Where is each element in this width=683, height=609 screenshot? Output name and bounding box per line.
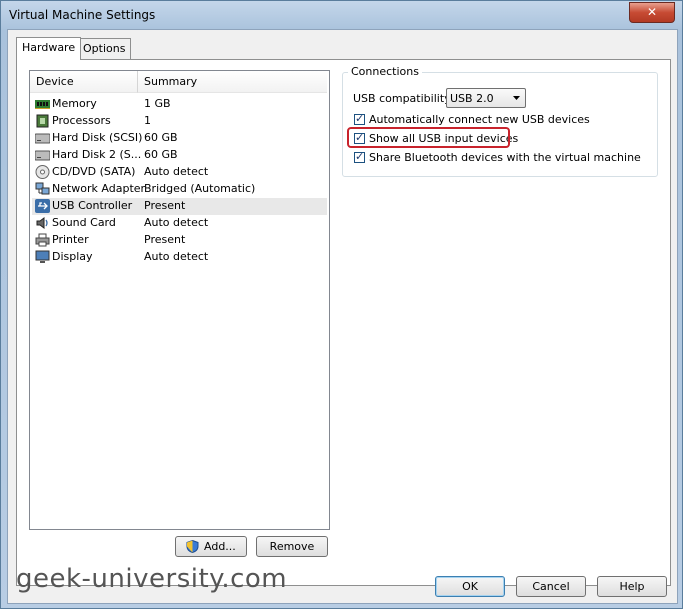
auto-connect-usb-label: Automatically connect new USB devices <box>369 113 590 126</box>
device-name: Sound Card <box>52 216 116 229</box>
hardware-tab-panel: Device Summary Memory 1 GB Processors 1 … <box>16 59 671 586</box>
display-icon <box>35 250 50 263</box>
device-summary: 1 <box>144 114 151 127</box>
ok-button[interactable]: OK <box>435 576 505 597</box>
close-button[interactable]: ✕ <box>629 2 675 23</box>
tab-options[interactable]: Options <box>77 38 132 59</box>
close-icon: ✕ <box>646 5 658 19</box>
auto-connect-usb-checkbox[interactable] <box>354 112 365 125</box>
share-bluetooth-label: Share Bluetooth devices with the virtual… <box>369 151 641 164</box>
connections-group: Connections USB compatibility: USB 2.0 A… <box>342 65 658 177</box>
usb-compatibility-label: USB compatibility: <box>353 92 454 105</box>
cancel-button[interactable]: Cancel <box>516 576 586 597</box>
device-summary: 60 GB <box>144 131 178 144</box>
shield-icon <box>186 540 199 553</box>
add-button-label: Add... <box>204 540 236 553</box>
device-summary: 1 GB <box>144 97 171 110</box>
device-name: Memory <box>52 97 97 110</box>
device-row-cd-dvd[interactable]: CD/DVD (SATA) Auto detect <box>32 164 327 181</box>
processor-icon <box>36 114 49 128</box>
title-bar[interactable]: Virtual Machine Settings ✕ <box>1 1 682 31</box>
connections-group-title: Connections <box>348 65 422 78</box>
remove-button[interactable]: Remove <box>256 536 328 557</box>
device-name: CD/DVD (SATA) <box>52 165 136 178</box>
device-summary: Auto detect <box>144 250 209 263</box>
network-adapter-icon <box>35 182 50 195</box>
dialog-client-area: Hardware Options Device Summary Memory 1… <box>7 29 678 604</box>
speaker-icon <box>36 217 48 229</box>
device-name: Display <box>52 250 93 263</box>
device-row-sound-card[interactable]: Sound Card Auto detect <box>32 215 327 232</box>
hard-disk-icon <box>35 133 50 144</box>
help-button[interactable]: Help <box>597 576 667 597</box>
tab-hardware[interactable]: Hardware <box>16 37 82 60</box>
device-name: Hard Disk 2 (S... <box>52 148 142 161</box>
device-row-memory[interactable]: Memory 1 GB <box>32 96 327 113</box>
column-header-device[interactable]: Device <box>30 71 138 93</box>
share-bluetooth-checkbox[interactable] <box>354 150 365 163</box>
add-button[interactable]: Add... <box>175 536 247 557</box>
device-row-network-adapter[interactable]: Network Adapter Bridged (Automatic) <box>32 181 327 198</box>
device-summary: Present <box>144 233 186 246</box>
device-summary: Bridged (Automatic) <box>144 182 256 195</box>
device-row-processors[interactable]: Processors 1 <box>32 113 327 130</box>
device-summary: Auto detect <box>144 216 209 229</box>
usb-icon <box>35 199 50 213</box>
device-summary: Auto detect <box>144 165 209 178</box>
device-list[interactable]: Device Summary Memory 1 GB Processors 1 … <box>29 70 330 530</box>
cd-dvd-icon <box>35 165 50 179</box>
window-title: Virtual Machine Settings <box>9 8 156 22</box>
device-name: USB Controller <box>52 199 133 212</box>
device-name: Network Adapter <box>52 182 146 195</box>
device-name: Processors <box>52 114 111 127</box>
red-highlight-box <box>347 127 510 148</box>
usb-compatibility-value: USB 2.0 <box>450 92 494 105</box>
memory-icon <box>35 100 50 109</box>
device-row-display[interactable]: Display Auto detect <box>32 249 327 266</box>
device-summary: Present <box>144 199 186 212</box>
device-name: Hard Disk (SCSI) <box>52 131 143 144</box>
column-header-summary[interactable]: Summary <box>138 71 327 93</box>
hard-disk-icon <box>35 150 50 161</box>
device-row-hard-disk-2[interactable]: Hard Disk 2 (S... 60 GB <box>32 147 327 164</box>
device-name: Printer <box>52 233 89 246</box>
device-row-hard-disk[interactable]: Hard Disk (SCSI) 60 GB <box>32 130 327 147</box>
usb-compatibility-select[interactable]: USB 2.0 <box>446 88 526 108</box>
printer-icon <box>35 233 50 247</box>
device-summary: 60 GB <box>144 148 178 161</box>
settings-window: Virtual Machine Settings ✕ Hardware Opti… <box>0 0 683 609</box>
device-row-usb-controller[interactable]: USB Controller Present <box>32 198 327 215</box>
chevron-down-icon <box>513 96 520 100</box>
device-row-printer[interactable]: Printer Present <box>32 232 327 249</box>
watermark: geek-university.com <box>16 564 288 594</box>
